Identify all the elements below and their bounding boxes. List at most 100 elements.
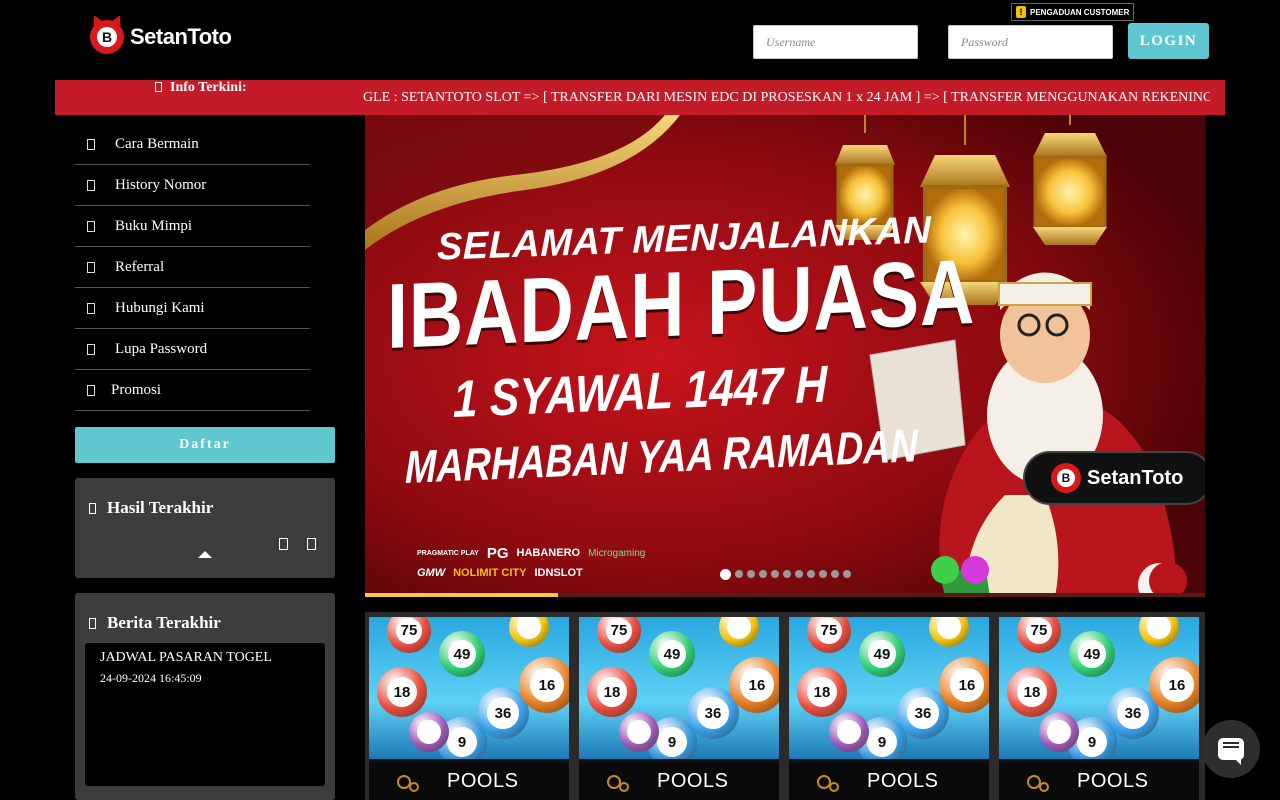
promo-banner[interactable]: SELAMAT MENJALANKAN IBADAH PUASA 1 SYAWA… <box>365 115 1205 597</box>
ball-number: 18 <box>597 677 627 707</box>
prev-result-button[interactable] <box>279 538 288 550</box>
sidebar-item-promosi[interactable]: Promosi <box>75 370 310 411</box>
ball-number: 36 <box>907 697 939 729</box>
game-card-pools[interactable]: 75 49 18 9 36 16 POOLS <box>579 617 779 800</box>
ball-number: 36 <box>487 697 519 729</box>
ball-number <box>937 617 961 639</box>
ball-number: 49 <box>868 640 896 668</box>
provider-gmw: GMW <box>417 567 446 579</box>
game-card-pools[interactable]: 75 49 18 9 36 16 POOLS <box>789 617 989 800</box>
lottery-ball: 49 <box>859 631 905 677</box>
sidebar-item-hubungi-kami[interactable]: Hubungi Kami <box>75 288 310 329</box>
sidebar-item-buku-mimpi[interactable]: Buku Mimpi <box>75 206 310 247</box>
ball-number: 49 <box>658 640 686 668</box>
sidebar-item-cara-bermain[interactable]: Cara Bermain <box>75 124 310 165</box>
header: B SetanToto ! PENGADUAN CUSTOMER LOGIN <box>0 0 1280 80</box>
lottery-ball: 16 <box>1149 657 1199 713</box>
game-card-pools[interactable]: 75 49 18 9 36 16 POOLS <box>369 617 569 800</box>
key-icon <box>87 343 95 355</box>
sidebar-item-label: History Nomor <box>115 176 207 193</box>
carousel-dot[interactable] <box>747 570 755 578</box>
book-icon <box>87 138 95 150</box>
latest-results-panel: Hasil Terakhir <box>75 478 335 578</box>
trophy-icon <box>89 502 96 514</box>
sidebar-item-history-nomor[interactable]: History Nomor <box>75 165 310 206</box>
carousel-dot[interactable] <box>759 570 767 578</box>
carousel-dot[interactable] <box>720 568 731 580</box>
provider-pragmatic: PRAGMATIC PLAY <box>417 549 479 557</box>
ball-number: 16 <box>950 668 984 702</box>
logo-text: SetanToto <box>130 24 232 49</box>
info-icon <box>155 82 162 92</box>
referral-icon <box>87 261 95 273</box>
chat-bubble-icon <box>1218 738 1244 765</box>
ball-number: 36 <box>1117 697 1149 729</box>
lottery-ball <box>719 617 759 647</box>
game-card-title: POOLS <box>1077 770 1149 792</box>
game-card-label: POOLS <box>789 763 989 800</box>
next-result-button[interactable] <box>307 538 316 550</box>
customer-complaint-link[interactable]: ! PENGADUAN CUSTOMER <box>1011 3 1135 21</box>
login-button[interactable]: LOGIN <box>1128 23 1209 59</box>
lottery-ball: 18 <box>587 667 637 717</box>
warning-icon: ! <box>1016 6 1026 18</box>
carousel-dot[interactable] <box>771 570 779 578</box>
ball-number: 16 <box>530 668 564 702</box>
ticker-label-text: Info Terkini: <box>170 80 247 95</box>
ball-number <box>1047 720 1071 744</box>
lottery-ball: 18 <box>797 667 847 717</box>
game-card-pools[interactable]: 75 49 18 9 36 16 POOLS <box>999 617 1199 800</box>
ball-number: 36 <box>697 697 729 729</box>
contact-icon <box>87 302 95 314</box>
ticker-message: GLE : SETANTOTO SLOT => [ TRANSFER DARI … <box>363 90 1210 105</box>
carousel-dot[interactable] <box>795 570 803 578</box>
dream-book-icon <box>87 220 95 232</box>
ball-number: 75 <box>395 617 423 645</box>
lottery-ball: 49 <box>649 631 695 677</box>
lottery-ball: 75 <box>597 617 641 653</box>
username-input[interactable] <box>753 25 918 59</box>
ball-number: 9 <box>867 727 897 757</box>
carousel-dot[interactable] <box>843 570 851 578</box>
ball-number: 75 <box>1025 617 1053 645</box>
game-card-label: POOLS <box>999 763 1199 800</box>
carousel-dot[interactable] <box>735 570 743 578</box>
banner-brand-text: SetanToto <box>1087 466 1184 489</box>
ball-number: 75 <box>605 617 633 645</box>
carousel-dot[interactable] <box>807 570 815 578</box>
sidebar-item-lupa-password[interactable]: Lupa Password <box>75 329 310 370</box>
lottery-ball: 75 <box>807 617 851 653</box>
provider-logos: PRAGMATIC PLAY PG HABANERO Microgaming G… <box>417 543 737 583</box>
coin-small-icon <box>409 781 419 792</box>
sidebar-item-referral[interactable]: Referral <box>75 247 310 288</box>
lottery-ball <box>829 712 869 752</box>
lottery-ball: 18 <box>1007 667 1057 717</box>
sidebar-item-label: Promosi <box>111 381 162 398</box>
carousel-dot[interactable] <box>783 570 791 578</box>
news-title-text: Berita Terakhir <box>107 613 221 632</box>
provider-nolimit: NOLIMIT CITY <box>453 567 527 579</box>
register-button[interactable]: Daftar <box>75 427 335 463</box>
ball-number: 18 <box>1017 677 1047 707</box>
news-item-title[interactable]: JADWAL PASARAN TOGEL <box>100 650 310 666</box>
caret-up-icon <box>198 551 212 558</box>
provider-microgaming: Microgaming <box>588 547 646 559</box>
carousel-progress <box>365 593 1205 597</box>
coin-small-icon <box>1039 781 1049 792</box>
game-card-label: POOLS <box>369 763 569 800</box>
carousel-dots <box>720 568 851 580</box>
lottery-balls-image: 75 49 18 9 36 16 <box>369 617 569 759</box>
game-cards: 75 49 18 9 36 16 POOLS 75 49 18 9 36 16 POOLS 75 49… <box>365 612 1205 800</box>
brand-logo-icon: B <box>1051 463 1081 493</box>
news-list: JADWAL PASARAN TOGEL 24-09-2024 16:45:09 <box>85 643 325 786</box>
ball-number <box>517 617 541 639</box>
site-logo[interactable]: B SetanToto <box>90 20 232 54</box>
carousel-dot[interactable] <box>819 570 827 578</box>
password-input[interactable] <box>948 25 1113 59</box>
carousel-dot[interactable] <box>831 570 839 578</box>
sidebar-item-label: Lupa Password <box>115 340 208 357</box>
logo-badge-letter: B <box>97 27 117 47</box>
live-chat-button[interactable] <box>1202 720 1260 778</box>
lottery-ball: 75 <box>1017 617 1061 653</box>
carousel-progress-fill <box>365 593 559 597</box>
